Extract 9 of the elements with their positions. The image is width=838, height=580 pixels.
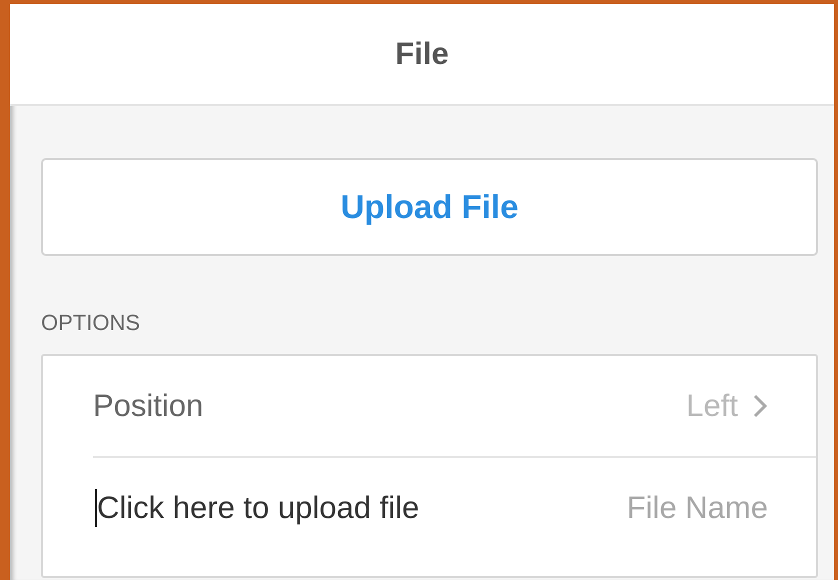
text-cursor (95, 489, 97, 527)
upload-button[interactable]: Upload File (41, 158, 818, 256)
chevron-icon[interactable] (752, 393, 768, 419)
option-label: Position (93, 388, 204, 424)
section-heading: OPTIONS (41, 310, 142, 336)
option-value: Left (686, 388, 738, 424)
input-field[interactable]: Click here to upload file (97, 490, 420, 526)
field-label: File Name (626, 490, 768, 526)
panel-title: File (395, 36, 449, 72)
